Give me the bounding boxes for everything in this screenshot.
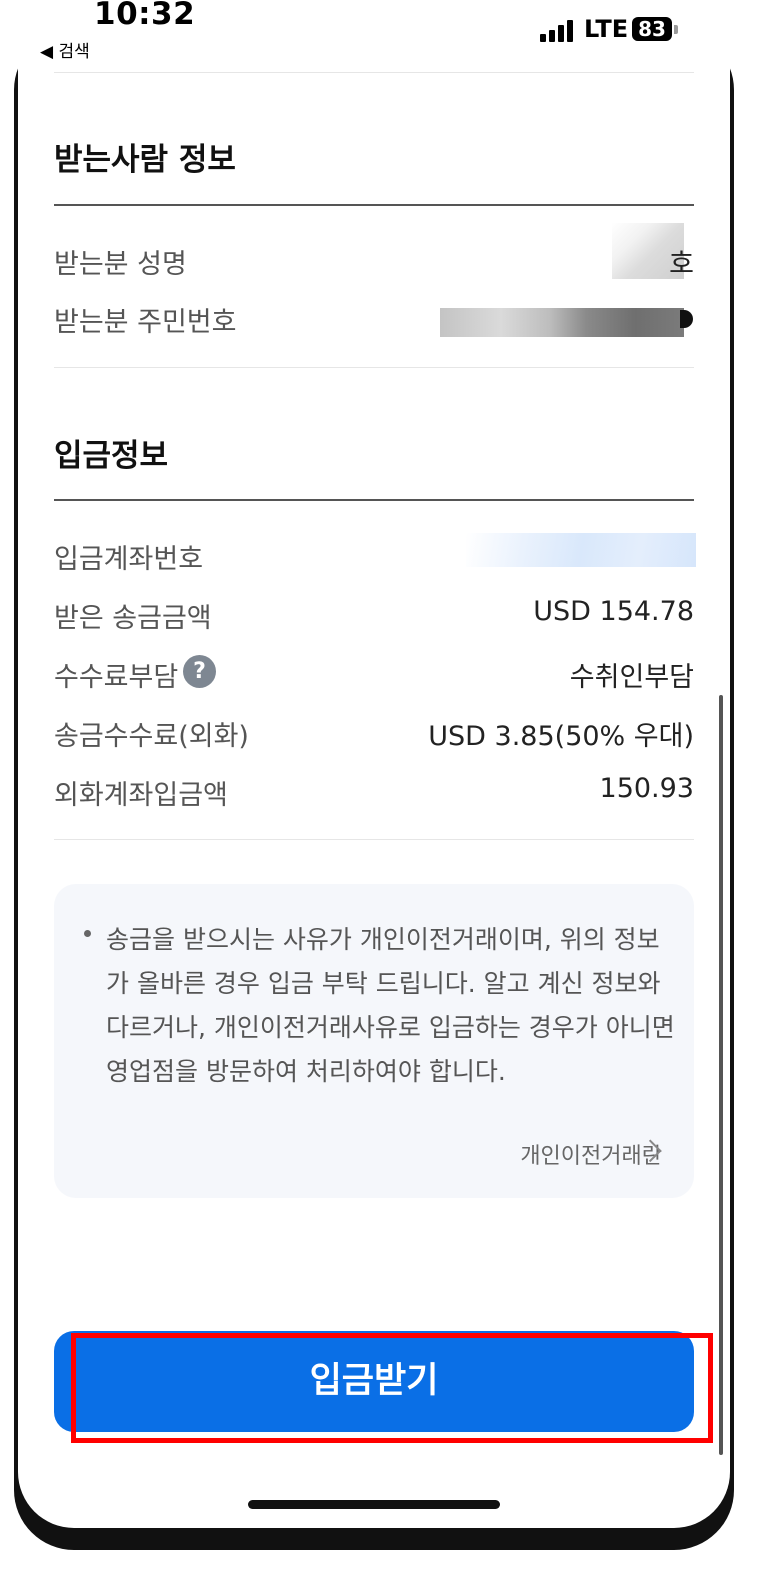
- personal-transfer-info-link[interactable]: 개인이전거래란: [520, 1138, 662, 1170]
- received-amount-label: 받은 송금금액: [54, 603, 212, 634]
- network-type: LTE: [584, 15, 629, 43]
- status-time: 10:32: [94, 0, 196, 32]
- highlight-annotation: [71, 1333, 713, 1443]
- recipient-id-label: 받는분 주민번호: [54, 307, 237, 338]
- notice-bullet: [84, 930, 91, 937]
- back-to-search-link[interactable]: ◀ 검색: [40, 37, 90, 62]
- recipient-title-divider: [54, 204, 694, 206]
- fee-bearer-label: 수수료부담: [54, 662, 179, 693]
- fx-deposit-amount-value: 150.93: [599, 773, 694, 804]
- battery-icon: 83: [632, 17, 672, 41]
- deposit-bottom-divider: [54, 839, 694, 840]
- recipient-section-title: 받는사람 정보: [54, 142, 236, 178]
- redacted-id-number: [440, 308, 684, 337]
- section-divider: [54, 367, 694, 368]
- status-bar: 10:32 ◀ 검색 LTE 83: [0, 0, 762, 68]
- fee-bearer-value: 수취인부담: [569, 662, 694, 693]
- received-amount-value: USD 154.78: [533, 596, 694, 627]
- recipient-name-label: 받는분 성명: [54, 249, 187, 280]
- deposit-section-title: 입금정보: [54, 438, 169, 474]
- notice-text: 송금을 받으시는 사유가 개인이전거래이며, 위의 정보가 올바른 경우 입금 …: [106, 925, 675, 1086]
- deposit-account-label: 입금계좌번호: [54, 544, 204, 575]
- scrollbar[interactable]: [719, 695, 723, 1455]
- remittance-fee-label: 송금수수료(외화): [54, 721, 249, 752]
- recipient-name-value: 호: [669, 249, 694, 280]
- remittance-fee-value: USD 3.85(50% 우대): [428, 721, 694, 752]
- help-icon[interactable]: ?: [183, 655, 216, 688]
- deposit-title-divider: [54, 499, 694, 501]
- fx-deposit-amount-label: 외화계좌입금액: [54, 780, 228, 811]
- home-indicator[interactable]: [248, 1500, 500, 1509]
- redacted-account-number: [466, 533, 696, 567]
- top-divider: [54, 72, 694, 73]
- battery-tip: [674, 25, 678, 34]
- signal-icon: [540, 20, 576, 42]
